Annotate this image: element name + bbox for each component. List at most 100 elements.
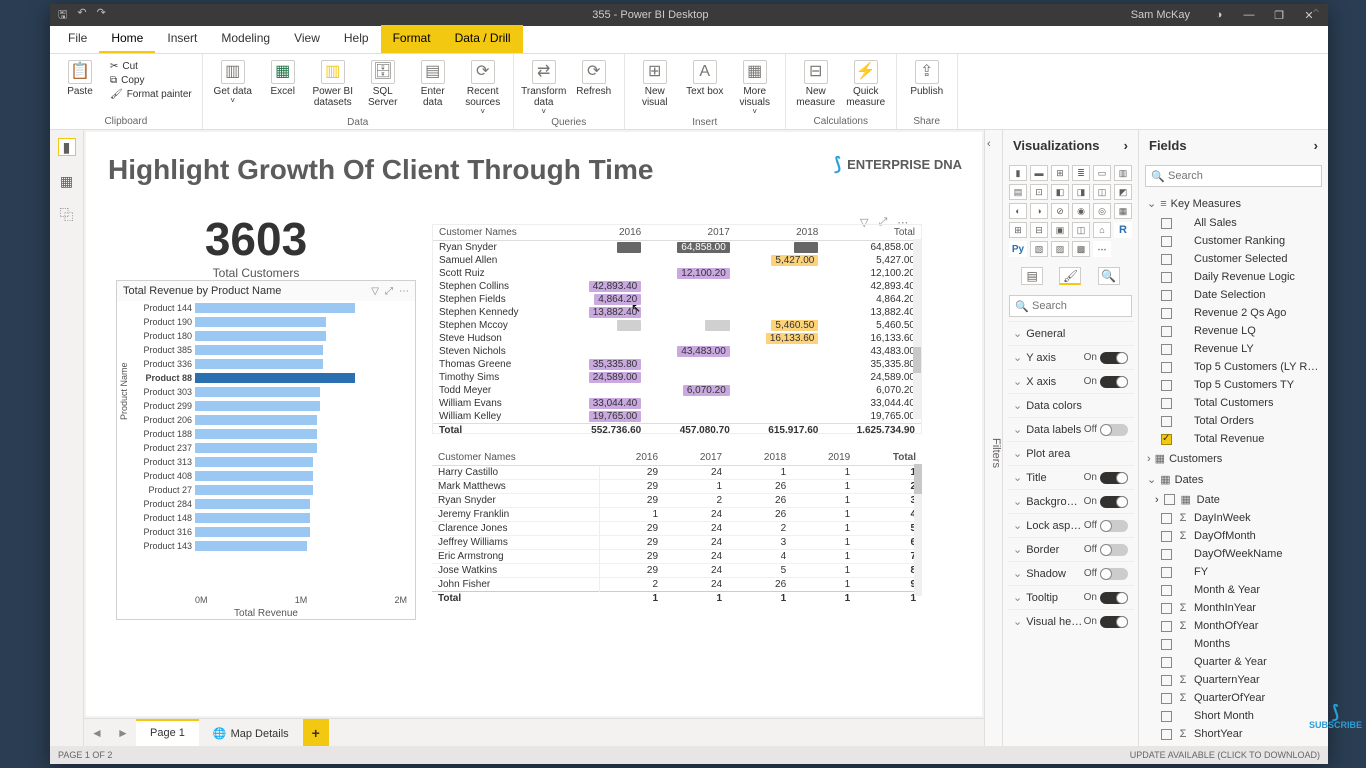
field-checkbox[interactable] (1161, 675, 1172, 686)
format-painter-button[interactable]: 🖌Format painter (108, 88, 194, 101)
viz-type-icon[interactable]: ⊞ (1009, 222, 1027, 238)
field-checkbox[interactable] (1161, 290, 1172, 301)
matrix-row[interactable]: Stephen Collins42,893.4042,893.40 (433, 280, 921, 293)
bar-row[interactable]: Product 206 (135, 413, 409, 427)
fields-search-input[interactable] (1145, 165, 1322, 187)
format-tab[interactable]: 🖌 (1059, 267, 1081, 285)
recent-sources-button[interactable]: ⟳Recent sources˅ (461, 58, 505, 117)
matrix-row[interactable]: William Evans33,044.4033,044.40 (433, 397, 921, 410)
matrix-row[interactable]: Thomas Greene35,335.8035,335.80 (433, 358, 921, 371)
matrix-row[interactable]: Mark Matthews2912612 (432, 480, 922, 494)
sql-button[interactable]: 🗄SQL Server (361, 58, 405, 108)
format-section[interactable]: ⌄BorderOff (1007, 537, 1134, 561)
format-section[interactable]: ⌄Y axisOn (1007, 345, 1134, 369)
field-item[interactable]: ΣDayInWeek (1141, 509, 1326, 527)
update-available[interactable]: UPDATE AVAILABLE (CLICK TO DOWNLOAD) (1130, 750, 1320, 760)
viz-type-icon[interactable]: ◎ (1093, 203, 1111, 219)
field-item[interactable]: All Sales (1141, 214, 1326, 232)
field-item[interactable]: ΣDayOfMonth (1141, 527, 1326, 545)
field-checkbox[interactable] (1161, 639, 1172, 650)
field-checkbox[interactable] (1161, 434, 1172, 445)
viz-type-icon[interactable]: ◐ (1009, 203, 1027, 219)
field-item[interactable]: Top 5 Customers TY (1141, 376, 1326, 394)
field-item[interactable]: Customer Selected (1141, 250, 1326, 268)
viz-type-icon[interactable]: ⊘ (1051, 203, 1069, 219)
tab-home[interactable]: Home (99, 25, 155, 53)
bar-row[interactable]: Product 313 (135, 455, 409, 469)
viz-type-icon[interactable]: ◩ (1114, 184, 1132, 200)
field-checkbox[interactable] (1164, 494, 1175, 505)
matrix-row[interactable]: Steven Nichols43,483.0043,483.00 (433, 345, 921, 358)
field-checkbox[interactable] (1161, 531, 1172, 542)
field-checkbox[interactable] (1161, 567, 1172, 578)
matrix1-scrollbar[interactable] (913, 239, 921, 419)
excel-button[interactable]: ▦Excel (261, 58, 305, 97)
format-section[interactable]: ⌄Lock aspe…Off (1007, 513, 1134, 537)
matrix-row[interactable]: Ryan Snyder2922613 (432, 494, 922, 508)
field-item[interactable]: FY (1141, 563, 1326, 581)
filters-panel-collapsed[interactable]: Filters (984, 130, 1002, 746)
viz-type-icon[interactable]: ▧ (1030, 241, 1048, 257)
matrix-row[interactable]: Jose Watkins2924518 (432, 564, 922, 578)
viz-type-icon[interactable]: ▭ (1093, 165, 1111, 181)
viz-type-icon[interactable]: ◫ (1093, 184, 1111, 200)
bar-row[interactable]: Product 237 (135, 441, 409, 455)
format-section[interactable]: ⌄Visual he…On (1007, 609, 1134, 633)
data-view-icon[interactable]: ▦ (58, 172, 76, 190)
matrix-row[interactable]: Stephen Kennedy13,882.4013,882.40 (433, 306, 921, 319)
format-section[interactable]: ⌄Data colors (1007, 393, 1134, 417)
bar-focus-icon[interactable]: ⤢ (385, 286, 393, 297)
bar-row[interactable]: Product 336 (135, 357, 409, 371)
viz-type-icon[interactable]: ◧ (1051, 184, 1069, 200)
viz-type-icon[interactable]: ▣ (1051, 222, 1069, 238)
field-item[interactable]: Revenue LY (1141, 340, 1326, 358)
field-checkbox[interactable] (1161, 729, 1172, 740)
matrix-header[interactable]: Total (824, 225, 921, 241)
viz-type-icon[interactable]: ◉ (1072, 203, 1090, 219)
viz-type-icon[interactable]: ◑ (1030, 203, 1048, 219)
toggle[interactable] (1100, 520, 1128, 532)
field-item[interactable]: Month & Year (1141, 581, 1326, 599)
bar-row[interactable]: Product 188 (135, 427, 409, 441)
matrix-header[interactable]: 2016 (559, 225, 648, 241)
bar-filter-icon[interactable]: ▽ (371, 286, 379, 297)
matrix-row[interactable]: Jeffrey Williams2924316 (432, 536, 922, 550)
cut-button[interactable]: ✂Cut (108, 60, 194, 73)
field-item[interactable]: Revenue 2 Qs Ago (1141, 304, 1326, 322)
field-checkbox[interactable] (1161, 603, 1172, 614)
report-canvas[interactable]: Highlight Growth Of Client Through Time … (86, 132, 982, 716)
field-item[interactable]: ΣQuarterOfYear (1141, 689, 1326, 707)
maximize-icon[interactable]: ❐ (1272, 9, 1286, 22)
bar-more-icon[interactable]: ⋯ (399, 286, 409, 297)
redo-icon[interactable]: ↷ (97, 6, 106, 25)
matrix-row[interactable]: Harry Castillo2924111 (432, 466, 922, 480)
matrix-visual-ranking[interactable]: Customer Names2016201720182019TotalHarry… (432, 450, 922, 610)
field-item[interactable]: ΣMonthOfYear (1141, 617, 1326, 635)
field-checkbox[interactable] (1161, 380, 1172, 391)
matrix-row[interactable]: Jeremy Franklin1242614 (432, 508, 922, 522)
bar-chart-visual[interactable]: Total Revenue by Product Name ▽ ⤢ ⋯ Prod… (116, 280, 416, 620)
bar-row[interactable]: Product 385 (135, 343, 409, 357)
field-item[interactable]: ΣMonthInYear (1141, 599, 1326, 617)
field-item[interactable]: Revenue LQ (1141, 322, 1326, 340)
tab-modeling[interactable]: Modeling (209, 25, 282, 53)
field-checkbox[interactable] (1161, 272, 1172, 283)
page-tab-2[interactable]: 🌐Map Details (199, 719, 303, 746)
tab-view[interactable]: View (282, 25, 332, 53)
pbi-datasets-button[interactable]: ▥Power BI datasets (311, 58, 355, 108)
field-checkbox[interactable] (1161, 711, 1172, 722)
format-section[interactable]: ⌄TooltipOn (1007, 585, 1134, 609)
quick-measure-button[interactable]: ⚡Quick measure (844, 58, 888, 108)
format-section[interactable]: ⌄X axisOn (1007, 369, 1134, 393)
field-checkbox[interactable] (1161, 398, 1172, 409)
matrix-header[interactable]: 2016 (600, 450, 664, 466)
subscribe-badge[interactable]: ⟆ SUBSCRIBE (1309, 703, 1362, 730)
viz-type-icon[interactable]: ▨ (1051, 241, 1069, 257)
toggle[interactable] (1100, 496, 1128, 508)
model-view-icon[interactable]: ⿻ (58, 206, 76, 224)
matrix-header[interactable]: Customer Names (433, 225, 559, 241)
copy-button[interactable]: ⧉Copy (108, 74, 194, 87)
bar-row[interactable]: Product 316 (135, 525, 409, 539)
matrix-header[interactable]: Customer Names (432, 450, 600, 466)
toggle[interactable] (1100, 568, 1128, 580)
